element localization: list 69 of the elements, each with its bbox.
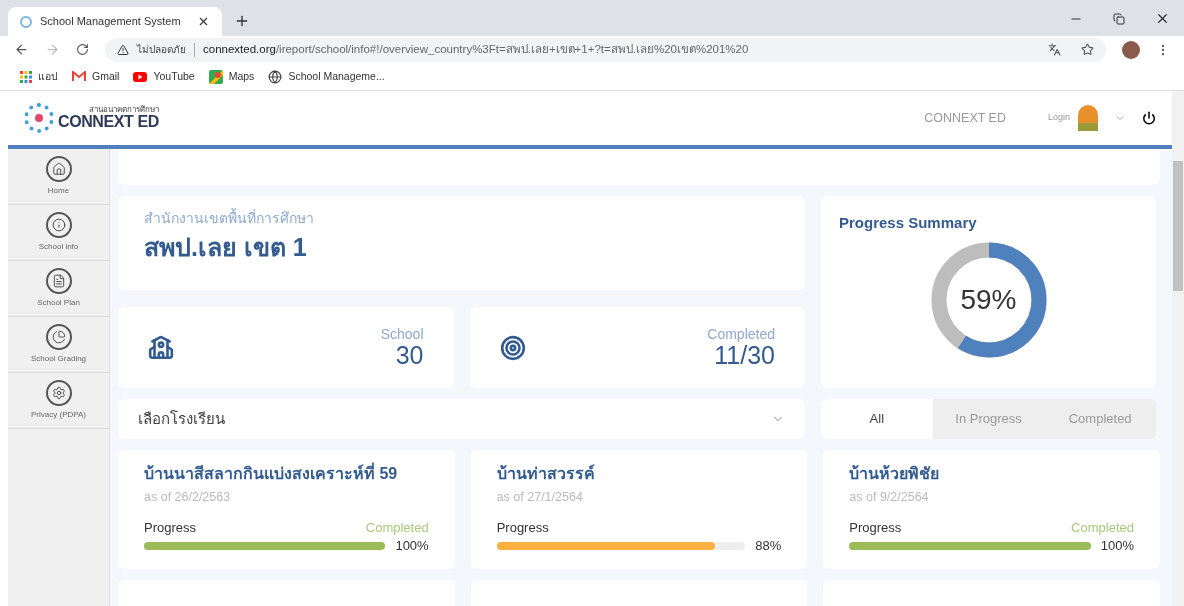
translate-icon[interactable] [1048,43,1061,56]
school-date: as of 27/1/2564 [496,489,584,506]
region-name: สพป.เลย เขต 1 [144,232,308,263]
star-icon[interactable] [1081,43,1094,56]
stat-label: School [380,327,424,341]
stat-value: 11/30 [714,343,775,368]
play-icon [133,71,148,82]
sidebar-item[interactable]: Privacy (PDPA) [8,373,109,429]
school-name: บ้านห้วยพิชัย [849,464,941,484]
document-icon [45,268,72,294]
reload-icon[interactable] [76,43,89,56]
logo-ring-icon [24,103,54,133]
bookmark-link[interactable]: แอป [20,68,58,85]
progress-percent: 88% [755,536,782,555]
status-label: Completed [365,520,429,534]
summary-title: Progress Summary [839,213,978,233]
school-name: บ้านนาสีสลากกินแบ่งสงเคราะห์ที่ 59 [144,462,429,486]
progress-label: Progress [144,520,197,534]
target-icon [499,334,526,361]
url-text: connexted.org/ireport/school/info#!/overview_country%3Ft=สพป.เลย+เขต+1+?t=สพป.เลย%20เขต%201%20 [203,41,749,57]
house-icon [45,156,72,182]
power-icon[interactable] [1142,111,1156,125]
region-caption: สำนักงานเขตพื้นที่การศึกษา [144,208,315,228]
stat-value: 30 [395,343,424,368]
school-icon [148,334,174,361]
status-label: Completed [1071,520,1134,534]
sidebar-item[interactable]: Home [8,149,109,205]
sidebar-item[interactable]: School Grading [8,317,109,373]
school-card[interactable]: บ้านห้วยพิชัย as of 9/2/2564 Progress Completed 100% [823,450,1160,569]
school-dropdown[interactable]: เลือกโรงเรียน [118,399,805,439]
back-icon[interactable] [14,42,29,57]
progress-percent: 100% [1100,536,1134,555]
bookmark-link[interactable]: School Manageme... [268,68,385,85]
school-date: as of 9/2/2564 [849,489,930,506]
summary-percent: 59% [960,285,1017,314]
school-name: บ้านท่าสวรรค์ [496,463,596,484]
bookmark-link[interactable]: Maps [208,68,255,85]
sidebar-item[interactable]: School Plan [8,261,109,317]
close-icon[interactable] [1155,11,1170,26]
address-bar[interactable]: ไม่ปลอดภัย connexted.org/ireport/school/info#!/overview_country%3Ft=สพป.เลย+เขต+1+?t=สพป.เลย%20เขต%201%20 [105,37,1106,62]
school-card[interactable]: บ้านนาสีสลากกินแบ่งสงเคราะห์ที่ 59 as of 26/2/2563 Progress Completed 100% [118,450,455,569]
restore-icon[interactable] [1113,12,1125,25]
tab-title: School Management System [40,14,182,30]
school-card[interactable]: บ้านท่าสวรรค์ as of 27/1/2564 Progress 88% [470,450,808,569]
filter-tab[interactable]: All [821,399,933,439]
globe-icon [268,69,283,84]
scrollbar[interactable] [1172,91,1184,606]
map-pin-icon [208,69,223,84]
progress-label: Progress [496,520,549,534]
sidebar-item[interactable]: School info [8,205,109,261]
emblem-icon [1078,105,1098,131]
apps-grid-icon [20,70,32,83]
progress-label: Progress [849,520,902,534]
gear-icon [45,380,72,406]
browser-tab[interactable]: School Management System [8,7,222,36]
logo-text: CONNEXT ED [58,114,159,130]
bookmark-link[interactable]: YouTube [133,68,195,85]
close-icon[interactable] [197,15,210,28]
warning-icon [117,43,129,56]
security-label: ไม่ปลอดภัย [137,43,186,57]
school-date: as of 26/2/2563 [144,489,232,506]
bookmark-link[interactable]: Gmail [72,68,120,85]
pie-chart-icon [45,324,72,350]
progress-percent: 100% [395,536,429,555]
stat-label: Completed [707,327,775,341]
mail-icon [72,71,86,82]
new-tab-icon[interactable] [234,13,250,29]
site-icon [20,15,32,28]
logo-tagline: สานอนาคตการศึกษา [88,106,159,114]
